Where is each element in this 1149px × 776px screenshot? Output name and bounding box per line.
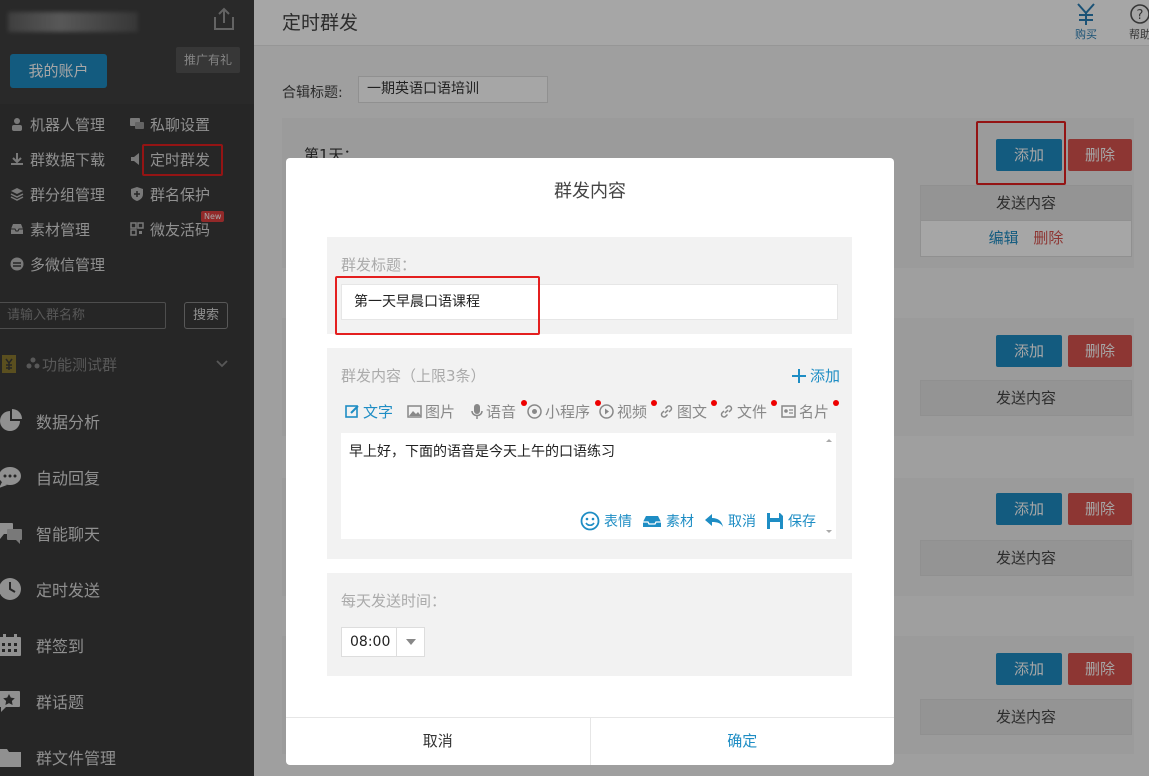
image-icon bbox=[407, 405, 422, 418]
content-text: 早上好，下面的语音是今天上午的口语练习 bbox=[349, 444, 615, 460]
tab-label: 图片 bbox=[425, 403, 456, 421]
tab-video[interactable]: 视频 bbox=[599, 400, 657, 422]
broadcast-title-input[interactable]: 第一天早晨口语课程 bbox=[341, 284, 838, 320]
send-time-value: 08:00 bbox=[350, 634, 391, 650]
new-dot bbox=[771, 400, 777, 406]
time-label: 每天发送时间： bbox=[341, 592, 447, 610]
content-section: 群发内容（上限3条） 添加 文字 图片 语音 小程序 视频 图文 文件 名片 早… bbox=[327, 348, 852, 559]
tab-mini-program[interactable]: 小程序 bbox=[527, 400, 601, 422]
tool-label: 取消 bbox=[728, 514, 756, 530]
tab-voice[interactable]: 语音 bbox=[471, 400, 527, 422]
emoji-button[interactable]: 表情 bbox=[580, 511, 632, 531]
tab-card[interactable]: 名片 bbox=[781, 400, 839, 422]
content-type-tabs: 文字 图片 语音 小程序 视频 图文 文件 名片 bbox=[345, 400, 845, 422]
inbox-icon bbox=[643, 516, 661, 527]
mini-program-icon bbox=[527, 404, 542, 419]
send-time-select[interactable]: 08:00 bbox=[341, 627, 425, 657]
tab-label: 视频 bbox=[617, 403, 648, 421]
undo-icon bbox=[705, 514, 723, 527]
title-label: 群发标题： bbox=[341, 256, 417, 274]
content-textarea[interactable]: 早上好，下面的语音是今天上午的口语练习 表情 素材 取消 保存 bbox=[341, 433, 836, 539]
dropdown-arrow-icon bbox=[396, 628, 424, 656]
card-icon bbox=[781, 405, 796, 418]
tool-label: 表情 bbox=[604, 514, 632, 530]
save-icon bbox=[767, 513, 783, 529]
tab-image[interactable]: 图片 bbox=[407, 401, 455, 422]
content-label: 群发内容（上限3条） bbox=[341, 367, 486, 385]
plus-icon bbox=[791, 368, 806, 383]
tab-label: 语音 bbox=[486, 403, 517, 421]
content-toolbar: 表情 素材 取消 保存 bbox=[580, 511, 816, 531]
cancel-button[interactable]: 取消 bbox=[286, 718, 591, 765]
new-dot bbox=[711, 400, 717, 406]
edit-icon bbox=[345, 405, 359, 418]
tool-label: 素材 bbox=[666, 514, 694, 530]
confirm-button[interactable]: 确定 bbox=[591, 718, 895, 765]
title-section: 群发标题： 第一天早晨口语课程 bbox=[327, 237, 852, 334]
broadcast-content-modal: 群发内容 群发标题： 第一天早晨口语课程 群发内容（上限3条） 添加 文字 图片… bbox=[286, 158, 894, 765]
new-dot bbox=[833, 400, 839, 406]
textarea-scrollbar[interactable] bbox=[822, 433, 836, 539]
save-button[interactable]: 保存 bbox=[766, 511, 816, 531]
smiley-icon bbox=[580, 511, 600, 531]
tab-article[interactable]: 图文 bbox=[659, 400, 717, 422]
add-content-label: 添加 bbox=[809, 367, 840, 385]
tab-label: 小程序 bbox=[545, 403, 591, 421]
material-button[interactable]: 素材 bbox=[642, 511, 694, 531]
tab-label: 名片 bbox=[799, 403, 830, 421]
scroll-up-arrow-icon bbox=[826, 439, 832, 442]
cancel-edit-button[interactable]: 取消 bbox=[704, 511, 756, 531]
modal-footer: 取消 确定 bbox=[286, 717, 894, 765]
microphone-icon bbox=[471, 404, 483, 419]
new-dot bbox=[651, 400, 657, 406]
tab-label: 文件 bbox=[737, 403, 768, 421]
file-link-icon bbox=[720, 405, 733, 418]
add-content-link[interactable]: 添加 bbox=[791, 365, 840, 386]
link-icon bbox=[660, 405, 673, 418]
scroll-down-arrow-icon bbox=[826, 530, 832, 533]
tab-file[interactable]: 文件 bbox=[719, 400, 777, 422]
time-section: 每天发送时间： 08:00 bbox=[327, 573, 852, 676]
tab-text[interactable]: 文字 bbox=[345, 401, 393, 422]
tool-label: 保存 bbox=[788, 514, 816, 530]
tab-label: 文字 bbox=[363, 403, 394, 421]
modal-title: 群发内容 bbox=[554, 181, 626, 202]
tab-label: 图文 bbox=[677, 403, 708, 421]
play-icon bbox=[599, 404, 614, 419]
